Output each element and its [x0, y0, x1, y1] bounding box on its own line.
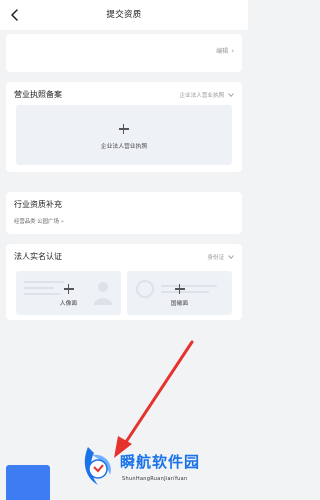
industry-category-text: 经营品类 公园广场 — [14, 219, 59, 225]
id-front-upload-box[interactable]: 人像面 — [16, 271, 121, 315]
chevron-right-icon: › — [231, 47, 234, 55]
info-card: 编辑 › — [6, 34, 242, 72]
plus-icon — [175, 284, 185, 294]
industry-category: 经营品类 公园广场» — [14, 217, 64, 225]
chevron-down-icon — [228, 255, 234, 259]
plus-icon — [64, 284, 74, 294]
industry-card[interactable]: 行业资质补充 经营品类 公园广场» — [6, 192, 242, 234]
id-placeholder-lines — [161, 285, 217, 297]
chevron-right-icon: » — [60, 219, 64, 225]
id-type-select[interactable]: 身份证 — [207, 253, 234, 261]
header-bar: 提交资质 — [0, 0, 248, 30]
industry-section-title: 行业资质补充 — [14, 200, 62, 209]
id-back-label: 国徽面 — [170, 301, 189, 307]
license-type-select[interactable]: 企业法人营业执照 — [179, 91, 234, 99]
watermark-logo-icon — [84, 447, 111, 485]
license-upload-box[interactable]: 企业法人营业执照 — [16, 105, 232, 165]
plus-icon — [119, 124, 129, 134]
realname-section-title: 法人实名认证 — [14, 252, 62, 261]
id-back-upload-box[interactable]: 国徽面 — [127, 271, 232, 315]
submit-button[interactable] — [6, 465, 50, 500]
license-upload-label: 企业法人营业执照 — [100, 144, 148, 150]
watermark-name: 瞬航软件园 — [120, 453, 201, 471]
id-front-label: 人像面 — [59, 301, 78, 307]
watermark-subtitle: ShunHangRuanJianYuan — [122, 476, 188, 482]
red-arrow-annotation-icon — [114, 340, 194, 458]
id-placeholder-lines — [24, 281, 64, 299]
edit-label: 编辑 — [216, 48, 229, 55]
id-type-value: 身份证 — [207, 255, 225, 261]
watermark-logo: 瞬航软件园 ShunHangRuanJianYuan — [80, 445, 240, 495]
realname-card: 法人实名认证 身份证 人像面 国徽面 — [6, 244, 242, 320]
page-title: 提交资质 — [106, 10, 142, 20]
chevron-down-icon — [228, 93, 234, 97]
license-type-value: 企业法人营业执照 — [179, 93, 225, 99]
license-card: 营业执照备案 企业法人营业执照 企业法人营业执照 — [6, 82, 242, 172]
edit-link[interactable]: 编辑 › — [216, 46, 234, 55]
emblem-icon — [136, 280, 154, 298]
license-section-title: 营业执照备案 — [14, 90, 62, 99]
